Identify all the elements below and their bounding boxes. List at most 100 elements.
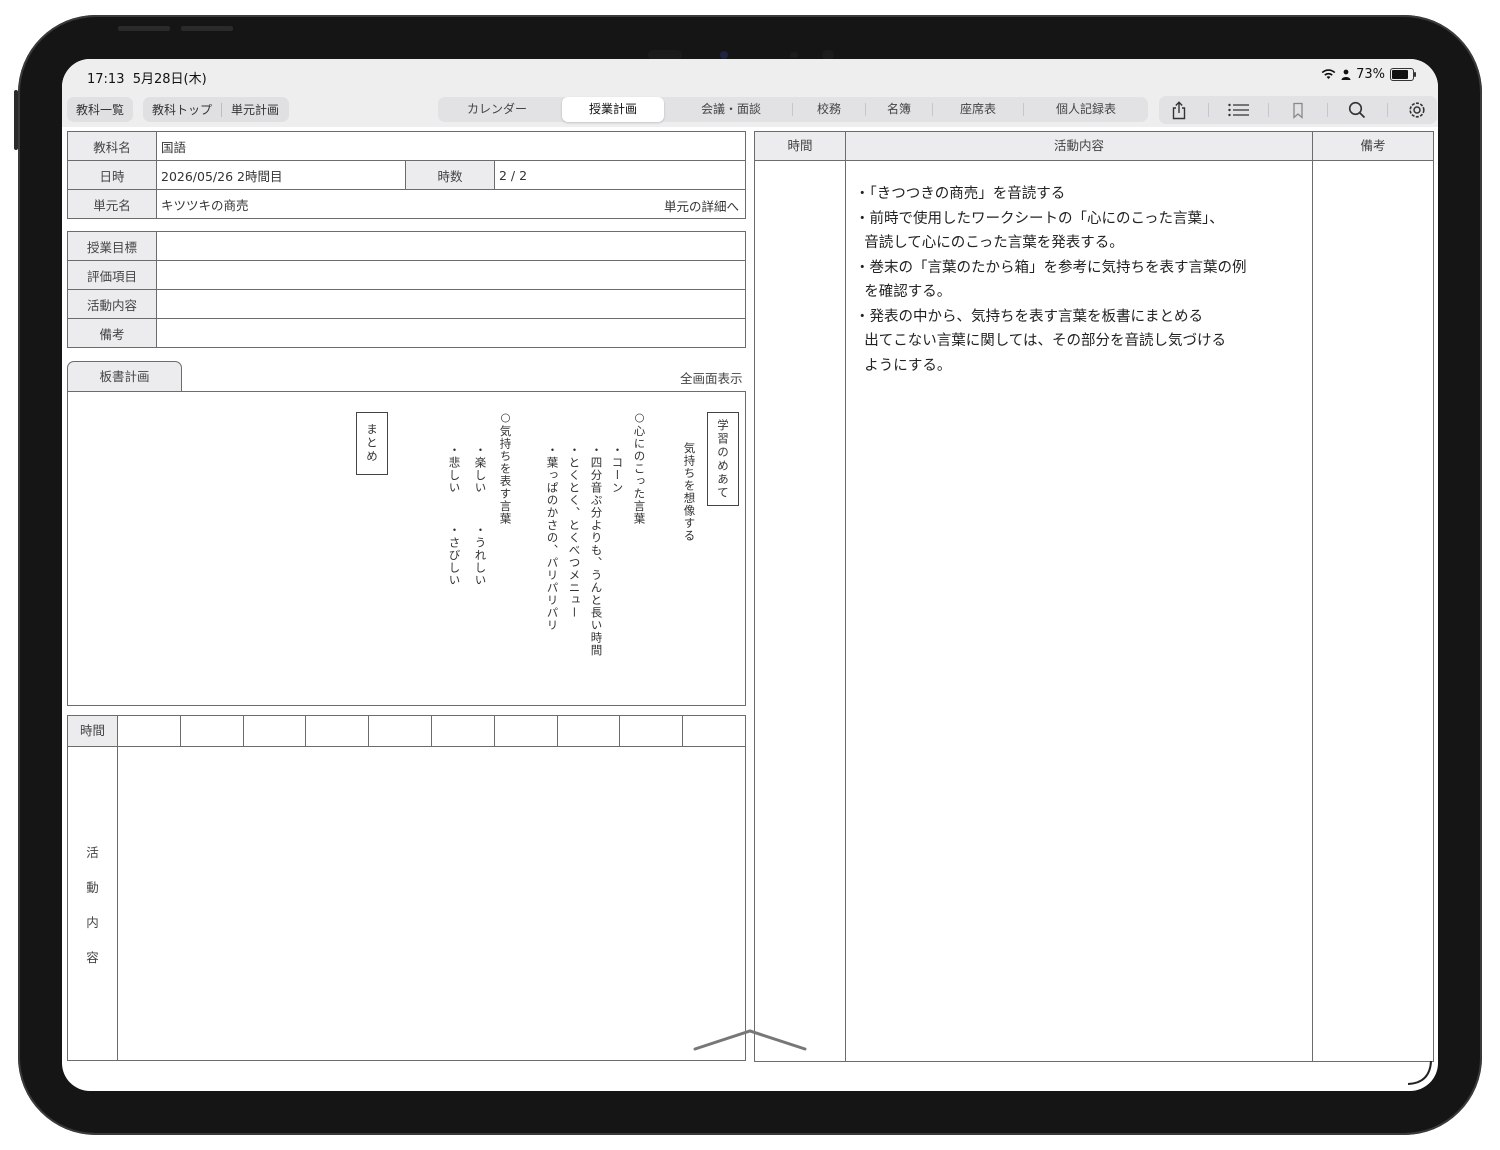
- tab-meeting[interactable]: 会議・面談: [670, 97, 792, 122]
- board-canvas[interactable]: 学習のめあて 気持ちを想像する ○心にのこった言葉 ・コーン ・四分音ぷ分よりも…: [67, 391, 746, 706]
- note-line: を確認する。: [855, 284, 952, 300]
- tab-personal-record[interactable]: 個人記録表: [1024, 97, 1148, 122]
- divider: [1267, 103, 1269, 117]
- note-line: 音読して心にのこった言葉を発表する。: [855, 235, 1124, 251]
- time-slot[interactable]: [495, 716, 558, 746]
- date-value[interactable]: 2026/05/26 2時間目: [156, 160, 406, 190]
- divider: [1327, 103, 1329, 117]
- time-slot[interactable]: [620, 716, 684, 746]
- tab-calendar[interactable]: カレンダー: [438, 97, 556, 122]
- tab-lesson-plan[interactable]: 授業計画: [562, 97, 664, 122]
- screen: 17:13 5月28日(木) 73% 教科一覧 教科トップ 単元計画 カレンダー…: [62, 59, 1438, 1091]
- search-icon[interactable]: [1346, 99, 1368, 121]
- volume-button: [118, 26, 170, 31]
- board-item: ・楽しい: [473, 444, 488, 494]
- resize-handle-icon[interactable]: [1406, 1059, 1434, 1087]
- note-label: 備考: [67, 318, 157, 348]
- timetable-header: 時間: [68, 716, 745, 747]
- activity-char: 容: [86, 949, 99, 965]
- unit-value-cell: キツツキの商売 単元の詳細へ: [156, 189, 746, 219]
- tool-buttons: [1159, 96, 1437, 124]
- time-slot[interactable]: [306, 716, 370, 746]
- time-slot[interactable]: [432, 716, 495, 746]
- time-slot[interactable]: [244, 716, 307, 746]
- volume-button: [181, 26, 233, 31]
- board-item: ・うれしい: [473, 524, 488, 587]
- note-line: 出てこない言葉に関しては、その部分を音読し気づける: [855, 333, 1226, 349]
- activity-side-label: 活 動 内 容: [68, 747, 118, 1060]
- side-button: [14, 90, 18, 150]
- person-icon: [1341, 69, 1351, 80]
- front-camera: [720, 51, 728, 59]
- note-line: ・「きつつきの商売」を音読する: [855, 186, 1066, 202]
- time-label: 時間: [68, 716, 118, 746]
- goal-label: 授業目標: [67, 231, 157, 261]
- subject-list-button[interactable]: 教科一覧: [67, 97, 133, 122]
- subject-top-button[interactable]: 教科トップ: [143, 101, 221, 118]
- col-time-header: 時間: [755, 132, 845, 161]
- col-note-header: 備考: [1313, 132, 1433, 161]
- main-tabs: カレンダー 授業計画 会議・面談 校務 名簿 座席表 個人記録表: [438, 97, 1148, 122]
- time-slot[interactable]: [369, 716, 432, 746]
- goal-box: 学習のめあて: [707, 412, 739, 506]
- subject-label: 教科名: [67, 131, 157, 161]
- divider: [1208, 103, 1210, 117]
- divider: [1386, 103, 1388, 117]
- note-line: ・発表の中から、気持ちを表す言葉を板書にまとめる: [855, 308, 1203, 325]
- board-item: ・とくとく、とくべつメニュー: [567, 444, 582, 619]
- fullscreen-button[interactable]: 全画面表示: [680, 368, 743, 387]
- goal-text: 気持ちを想像する: [682, 442, 697, 542]
- battery-icon: [1390, 68, 1416, 81]
- list-icon[interactable]: [1228, 99, 1250, 121]
- note-field[interactable]: [156, 318, 746, 348]
- unit-label: 単元名: [67, 189, 157, 219]
- battery-percent: 73%: [1356, 67, 1385, 82]
- subject-nav-group: 教科トップ 単元計画: [143, 97, 289, 122]
- tab-roster[interactable]: 名簿: [866, 97, 932, 122]
- eval-field[interactable]: [156, 260, 746, 290]
- gear-icon[interactable]: [1406, 99, 1428, 121]
- status-indicators: 73%: [1321, 67, 1416, 82]
- subject-value[interactable]: 国語: [156, 131, 746, 161]
- handwritten-notes[interactable]: ・「きつつきの商売」を音読する ・前時で使用したワークシートの「心にのこった言葉…: [855, 182, 1247, 378]
- summary-box: まとめ: [356, 412, 388, 475]
- tab-board-plan[interactable]: 板書計画: [67, 361, 182, 392]
- board-item: ・葉っぱのかさの、パリパリパリ: [545, 444, 560, 632]
- status-bar: 17:13 5月28日(木) 73%: [62, 59, 1438, 91]
- tab-seating-chart[interactable]: 座席表: [933, 97, 1023, 122]
- time-slot[interactable]: [683, 716, 745, 746]
- tab-school-affairs[interactable]: 校務: [793, 97, 865, 122]
- subject-list-label: 教科一覧: [76, 103, 125, 117]
- time-slot[interactable]: [558, 716, 621, 746]
- count-label: 時数: [405, 160, 495, 190]
- note-line: ・前時で使用したワークシートの「心にのこった言葉」、: [855, 210, 1224, 227]
- plan-rows-table: 授業目標 評価項目 活動内容 備考: [67, 231, 746, 348]
- share-icon[interactable]: [1168, 99, 1190, 121]
- sensor: [790, 52, 798, 58]
- unit-plan-button[interactable]: 単元計画: [222, 101, 288, 118]
- board-heading-1: ○心にのこった言葉: [632, 410, 647, 525]
- goal-field[interactable]: [156, 231, 746, 261]
- unit-detail-link[interactable]: 単元の詳細へ: [664, 196, 739, 215]
- activity-timetable: 時間 活 動 内 容: [67, 715, 746, 1061]
- activity-char: 活: [86, 844, 99, 860]
- board-item: ・コーン: [610, 444, 625, 494]
- board-item: ・悲しい: [447, 444, 462, 494]
- activity-label: 活動内容: [67, 289, 157, 319]
- divider: [845, 132, 846, 1061]
- col-activity-header: 活動内容: [846, 132, 1312, 161]
- bookmark-icon[interactable]: [1287, 99, 1309, 121]
- chevron-up-icon[interactable]: [692, 1027, 808, 1053]
- activity-detail-panel: 時間 活動内容 備考 ・「きつつきの商売」を音読する ・前時で使用したワークシー…: [754, 131, 1434, 1062]
- status-time: 17:13 5月28日(木): [87, 72, 207, 87]
- time-slot[interactable]: [181, 716, 244, 746]
- board-heading-2: ○気持ちを表す言葉: [498, 410, 513, 525]
- date-label: 日時: [67, 160, 157, 190]
- count-value[interactable]: 2 / 2: [494, 160, 746, 190]
- activity-char: 動: [86, 879, 99, 895]
- board-item: ・さびしい: [447, 524, 462, 587]
- time-slot[interactable]: [118, 716, 181, 746]
- activity-field[interactable]: [156, 289, 746, 319]
- board-item: ・四分音ぷ分よりも、うんと長い時間: [589, 444, 604, 657]
- note-line: ・巻末の「言葉のたから箱」を参考に気持ちを表す言葉の例: [855, 259, 1247, 276]
